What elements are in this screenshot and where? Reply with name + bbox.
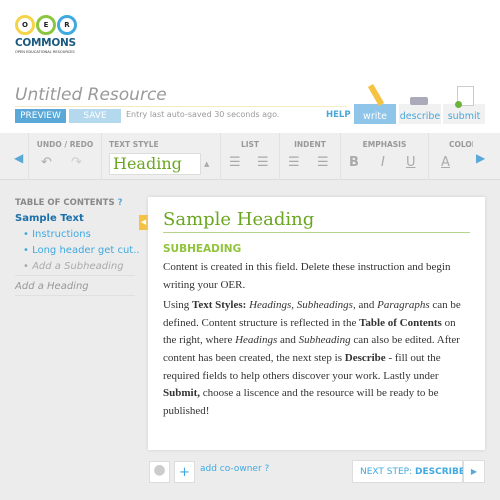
help-link[interactable]: HELP [326,110,351,120]
text: and [277,334,299,347]
text: Text Styles: [192,299,247,312]
group-label: EMPHASIS [362,140,407,149]
logo-o: O [15,15,35,35]
help-icon[interactable]: ? [118,198,123,208]
scroll-right-icon[interactable]: ▶ [476,151,485,165]
text: and [355,299,378,312]
text: Headings [235,334,278,347]
resource-title-input[interactable]: Untitled Resource [15,85,347,107]
text: Describe [344,351,386,364]
collapse-toc-icon[interactable]: ◀ [139,215,148,230]
emphasis-group: EMPHASIS B I U [340,133,428,180]
scroll-left-icon[interactable]: ◀ [14,151,23,165]
tab-label: write [363,111,387,122]
logo-r: R [57,15,77,35]
toolbar: ◀ UNDO / REDO ↶ ↷ TEXT STYLE Heading ▲ L… [0,133,500,180]
add-subheading[interactable]: Add a Subheading [32,261,123,272]
numbered-list-icon[interactable]: ☰ [257,155,269,170]
undo-icon[interactable]: ↶ [41,155,52,170]
add-coowner-button[interactable]: + [174,461,195,483]
tab-label: submit [447,111,481,122]
toc-item[interactable]: Long header get cut.. [32,245,140,256]
logo-tagline: OPEN EDUCATIONAL RESOURCES [15,50,75,54]
toc-title: TABLE OF CONTENTS [15,198,115,208]
logo-e: E [36,15,56,35]
group-label: COLOR [449,140,473,149]
group-label: TEXT STYLE [109,140,159,149]
text: Using [163,299,193,312]
group-label: LIST [240,140,260,149]
list-group: LIST ☰ ☰ [220,133,279,180]
text: choose a liscence and the resource will … [163,387,439,417]
bold-button[interactable]: B [349,155,359,170]
toc-item[interactable]: Instructions [32,229,91,240]
logo-name: COMMONS [15,37,76,49]
text: Submit, [163,387,200,400]
paragraph[interactable]: Content is created in this field. Delete… [163,259,470,294]
content-subheading[interactable]: SUBHEADING [163,243,470,255]
save-button[interactable]: SAVE [69,109,121,123]
tab-describe[interactable]: describe [399,104,441,124]
paragraph[interactable]: Using Text Styles: Headings, Subheadings… [163,297,470,420]
tab-write[interactable]: write [354,104,396,124]
check-icon [455,101,462,108]
redo-icon[interactable]: ↷ [71,155,82,170]
tab-submit[interactable]: submit [443,104,485,124]
next-arrow-icon[interactable]: ▶ [463,460,485,483]
next-step-button[interactable]: NEXT STEP: DESCRIBE [352,460,466,483]
group-label: UNDO / REDO [36,140,94,149]
underline-button[interactable]: U [406,155,416,170]
text-color-button[interactable]: A [441,155,450,170]
text: Table of Contents [359,316,442,329]
next-step-target: DESCRIBE [415,467,466,477]
tab-label: describe [399,111,441,122]
indent-icon[interactable]: ☰ [288,155,300,170]
italic-button[interactable]: I [381,155,385,170]
undo-redo-group: UNDO / REDO ↶ ↷ [28,133,101,180]
indent-group: INDENT ☰ ☰ [279,133,340,180]
preview-button[interactable]: PREVIEW [15,109,66,123]
autosave-status: Entry last auto-saved 30 seconds ago. [126,110,280,119]
text-style-select[interactable]: Heading [109,153,201,175]
text-style-group: TEXT STYLE Heading ▲ [101,133,220,180]
toc-item[interactable]: Sample Text [15,213,135,224]
next-step-label: NEXT STEP: [360,467,413,477]
help-icon[interactable]: ? [265,464,270,474]
text: Headings, Subheadings, [246,299,356,312]
logo[interactable]: O E R COMMONS OPEN EDUCATIONAL RESOURCES [15,15,81,60]
bulleted-list-icon[interactable]: ☰ [229,155,241,170]
text: Paragraphs [377,299,430,312]
add-coowner-link[interactable]: add co-owner [200,464,262,474]
add-heading[interactable]: Add a Heading [15,281,135,296]
dropdown-arrow-icon[interactable]: ▲ [204,160,209,168]
content-heading[interactable]: Sample Heading [163,209,470,233]
text: Subheading [298,334,351,347]
color-group: COLOR A [428,133,473,180]
editor-content[interactable]: Sample Heading SUBHEADING Content is cre… [148,197,485,450]
group-label: INDENT [294,140,326,149]
table-of-contents: TABLE OF CONTENTS ? Sample Text • Instru… [15,198,140,301]
avatar: ● [149,461,170,483]
outdent-icon[interactable]: ☰ [317,155,329,170]
tag-icon [410,97,428,105]
